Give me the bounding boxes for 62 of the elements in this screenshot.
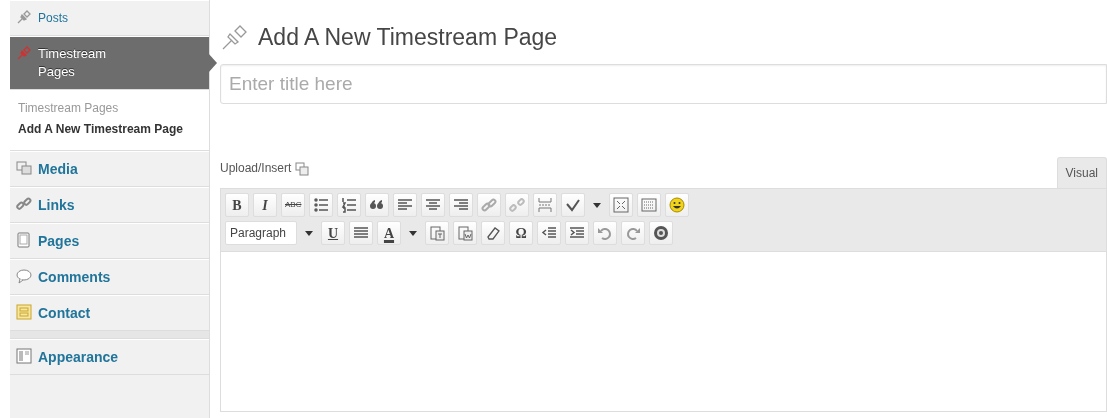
format-button[interactable]: Ω (509, 221, 533, 245)
align-center-icon (425, 197, 442, 213)
help-button[interactable] (649, 221, 673, 245)
outdent-icon (541, 225, 557, 241)
bullet-list-button[interactable] (309, 193, 334, 217)
chain-link-icon (481, 197, 498, 213)
sidebar-item[interactable]: Appearance (10, 339, 209, 375)
speech-bubble-icon (16, 268, 32, 284)
outdent-button[interactable] (537, 221, 561, 245)
pushpin-icon (16, 45, 32, 61)
sidebar-item[interactable]: Comments (10, 259, 209, 295)
help-icon (653, 225, 669, 241)
paste-word-button[interactable] (453, 221, 477, 245)
sidebar-item[interactable]: Media (10, 151, 209, 187)
align-center-button[interactable] (421, 193, 446, 217)
blockquote-button[interactable] (365, 193, 390, 217)
sidebar-item[interactable]: Timestream Pages (10, 36, 209, 90)
indent-button[interactable] (565, 221, 589, 245)
media-icon (295, 161, 310, 176)
justify-button[interactable] (349, 221, 373, 245)
spellcheck-icon (565, 197, 582, 213)
smiley-icon (669, 197, 686, 213)
align-right-button[interactable] (449, 193, 474, 217)
format-select[interactable]: Paragraph (225, 221, 297, 245)
eraser-button[interactable] (481, 221, 505, 245)
keyboard-icon (641, 197, 658, 213)
pages-icon (16, 232, 32, 248)
format-button[interactable]: B (225, 193, 249, 217)
page-heading: Add A New Timestream Page (258, 23, 558, 52)
media-icon (16, 160, 32, 176)
sidebar-item[interactable]: Links (10, 187, 209, 223)
format-button[interactable]: A (377, 221, 401, 245)
eraser-icon (485, 225, 501, 241)
numbered-list-icon (341, 197, 358, 213)
spellcheck-button[interactable] (561, 193, 586, 217)
pushpin-icon (16, 9, 32, 25)
page-break-icon (537, 197, 554, 213)
paste-text-icon (429, 225, 445, 241)
redo-icon (625, 225, 641, 241)
sidebar-item[interactable]: Pages (10, 223, 209, 259)
broken-link-icon (509, 197, 526, 213)
smiley-button[interactable] (665, 193, 690, 217)
bullet-list-icon (313, 197, 330, 213)
contact-form-icon (16, 304, 32, 320)
format-button[interactable]: U (321, 221, 345, 245)
title-field[interactable]: Enter title here (220, 64, 1107, 104)
format-button[interactable]: ABC (281, 193, 306, 217)
align-right-icon (453, 197, 470, 213)
format-button[interactable]: I (253, 193, 277, 217)
indent-icon (569, 225, 585, 241)
paste-word-icon (457, 225, 473, 241)
numbered-list-button[interactable] (337, 193, 362, 217)
justify-icon (353, 225, 369, 241)
appearance-icon (16, 348, 32, 364)
fullscreen-icon (613, 197, 630, 213)
submenu-item[interactable]: Add A New Timestream Page (10, 119, 209, 140)
align-left-button[interactable] (393, 193, 418, 217)
upload-insert-link[interactable]: Upload/Insert (220, 159, 292, 177)
align-left-icon (397, 197, 414, 213)
undo-icon (597, 225, 613, 241)
editor-tab[interactable]: Visual (1056, 157, 1107, 188)
chain-link-icon (16, 196, 32, 212)
